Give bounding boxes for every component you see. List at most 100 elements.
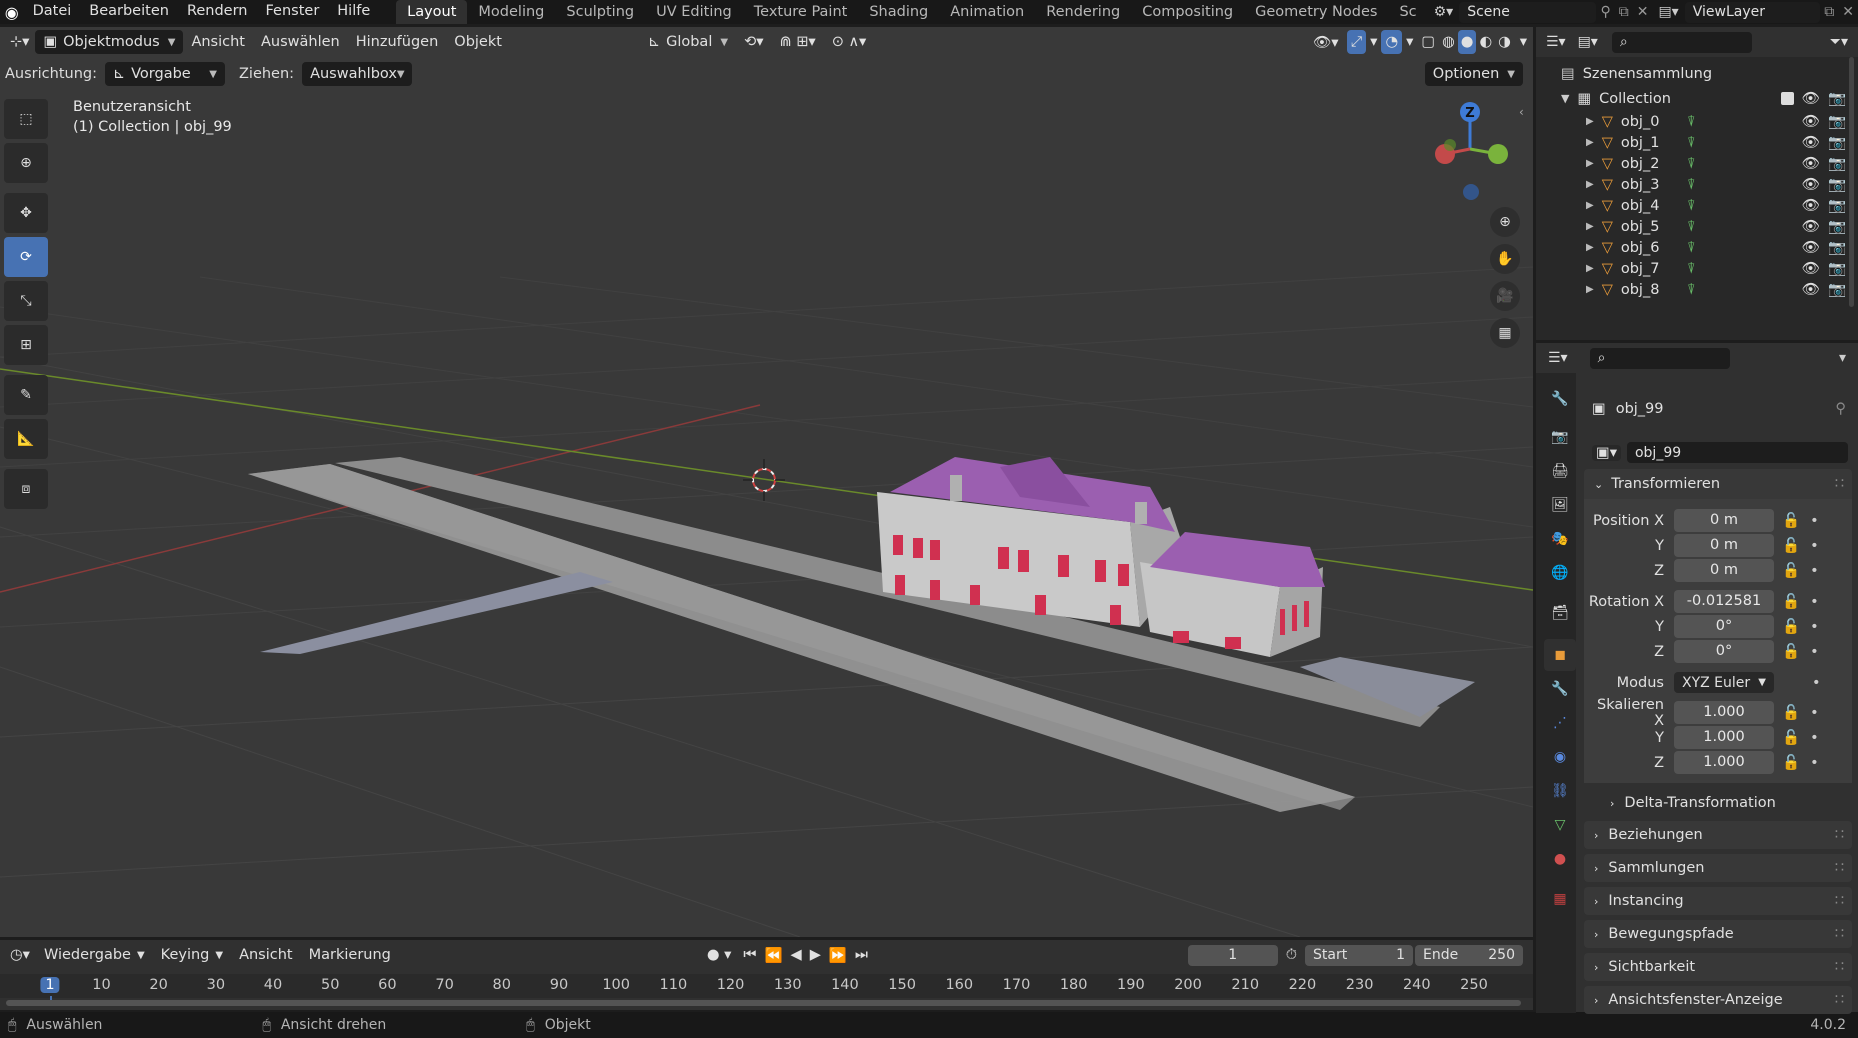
select-box-tool-icon[interactable]: ⬚ (4, 99, 48, 139)
mesh-data-icon[interactable]: ⍒ (1687, 198, 1696, 214)
jump-end-icon[interactable]: ⏭ (851, 943, 872, 967)
mesh-data-icon[interactable]: ⍒ (1687, 156, 1696, 172)
eye-icon[interactable]: 👁 (1802, 260, 1820, 277)
keyframe-dot-icon[interactable]: • (1810, 705, 1819, 721)
eye-icon[interactable]: 👁 (1802, 176, 1820, 193)
eye-icon[interactable]: 👁 (1802, 90, 1820, 107)
next-keyframe-icon[interactable]: ⏩ (825, 943, 851, 967)
menu-bearbeiten[interactable]: Bearbeiten (80, 0, 178, 24)
delta-transform-row[interactable]: › Delta-Transformation (1584, 789, 1858, 817)
pin-icon[interactable]: ⚲ (1835, 401, 1846, 417)
menu-datei[interactable]: Datei (24, 0, 81, 24)
menu-keying[interactable]: Keying ▼ (153, 943, 231, 967)
timeline-scrollbar[interactable] (6, 1000, 1521, 1006)
menu-wiedergabe[interactable]: Wiedergabe ▼ (36, 943, 153, 967)
shading-solid-icon[interactable]: ● (1457, 30, 1477, 54)
world-tab-icon[interactable]: 🌐 (1544, 557, 1576, 589)
render-tab-icon[interactable]: 📷 (1544, 421, 1576, 453)
rotation-mode-dropdown[interactable]: XYZ Euler ▼ (1674, 672, 1774, 693)
lock-icon[interactable]: 🔓 (1782, 593, 1800, 610)
eye-icon[interactable]: 👁 (1802, 113, 1820, 130)
stopwatch-icon[interactable]: ⏱ (1278, 943, 1305, 967)
object-data-icon[interactable]: ▣▾ (1592, 444, 1621, 461)
scale-y-field[interactable]: 1.000 (1674, 726, 1774, 749)
shading-rendered-icon[interactable]: ◑ (1495, 30, 1514, 54)
outliner-object-row[interactable]: ▶ ▽ obj_3 ⍒ 👁 📷 (1536, 174, 1858, 195)
tool-tab-icon[interactable]: 🔧 (1544, 383, 1576, 415)
current-frame-field[interactable]: 1 (1187, 944, 1278, 966)
gizmo-dropdown-icon[interactable]: ▾ (1366, 30, 1381, 54)
outliner-object-row[interactable]: ▶ ▽ obj_4 ⍒ 👁 📷 (1536, 195, 1858, 216)
object-tab-icon[interactable]: ◼ (1544, 639, 1576, 671)
keyframe-dot-icon[interactable]: • (1810, 538, 1819, 554)
workspace-tab-rendering[interactable]: Rendering (1035, 0, 1131, 24)
drag-dropdown[interactable]: Auswahlbox ▼ (302, 62, 413, 86)
keyframe-dot-icon[interactable]: • (1810, 513, 1819, 529)
rotation-x-field[interactable]: -0.012581 (1674, 590, 1774, 613)
collection-tab-icon[interactable]: 🗃 (1544, 597, 1576, 629)
output-tab-icon[interactable]: 🖨 (1544, 455, 1576, 487)
collection-row[interactable]: ▼ ▦ Collection 👁 📷 (1536, 86, 1858, 111)
menu-markierung[interactable]: Markierung (301, 943, 399, 967)
zoom-icon[interactable]: ⊕ (1490, 207, 1520, 237)
shading-material-icon[interactable]: ◐ (1476, 30, 1495, 54)
prev-keyframe-icon[interactable]: ⏪ (760, 943, 786, 967)
sidebar-toggle-icon[interactable]: ‹ (1519, 105, 1524, 119)
mode-dropdown[interactable]: ▣ Objektmodus ▼ (35, 30, 184, 54)
keyframe-dot-icon[interactable]: • (1810, 594, 1819, 610)
outliner-editor-type-icon[interactable]: ☰▾ (1546, 34, 1566, 50)
workspace-tab-geometry-nodes[interactable]: Geometry Nodes (1244, 0, 1388, 24)
view-layer-tab-icon[interactable]: 🖼 (1544, 489, 1576, 521)
camera-icon[interactable]: 📷 (1828, 218, 1846, 235)
camera-icon[interactable]: 📷 (1828, 260, 1846, 277)
eye-icon[interactable]: 👁 (1802, 134, 1820, 151)
keyframe-dot-icon[interactable]: • (1810, 644, 1819, 660)
mesh-data-icon[interactable]: ⍒ (1687, 114, 1696, 130)
annotate-tool-icon[interactable]: ✎ (4, 375, 48, 415)
drag-handle-icon[interactable]: ∷ (1835, 926, 1844, 942)
object-data-name-field[interactable]: obj_99 (1626, 442, 1848, 463)
expand-arrow-icon[interactable]: ▶ (1586, 284, 1594, 295)
expand-arrow-icon[interactable]: ▶ (1586, 137, 1594, 148)
outliner-object-row[interactable]: ▶ ▽ obj_1 ⍒ 👁 📷 (1536, 132, 1858, 153)
property-section-header[interactable]: › Instancing ∷ (1584, 887, 1852, 915)
cursor-tool-icon[interactable]: ⊕ (4, 143, 48, 183)
move-tool-icon[interactable]: ✥ (4, 193, 48, 233)
camera-icon[interactable]: 📷 (1828, 134, 1846, 151)
mesh-data-icon[interactable]: ⍒ (1687, 240, 1696, 256)
menu-hinzufuegen[interactable]: Hinzufügen (348, 30, 447, 54)
alignment-dropdown[interactable]: ⊾ Vorgabe ▼ (104, 62, 225, 86)
scale-z-field[interactable]: 1.000 (1674, 751, 1774, 774)
expand-arrow-icon[interactable]: ▼ (1561, 92, 1569, 105)
measure-tool-icon[interactable]: 📐 (4, 419, 48, 459)
menu-hilfe[interactable]: Hilfe (328, 0, 379, 24)
menu-timeline-ansicht[interactable]: Ansicht (231, 943, 301, 967)
camera-icon[interactable]: 📷 (1828, 90, 1846, 107)
rotation-z-field[interactable]: 0° (1674, 640, 1774, 663)
transform-tool-icon[interactable]: ⊞ (4, 325, 48, 365)
eye-icon[interactable]: 👁 (1802, 197, 1820, 214)
expand-arrow-icon[interactable]: ▶ (1586, 242, 1594, 253)
workspace-tab-sculpting[interactable]: Sculpting (555, 0, 645, 24)
scene-tab-icon[interactable]: 🎭 (1544, 523, 1576, 555)
visibility-icon[interactable]: 👁▾ (1305, 30, 1347, 54)
outliner-object-row[interactable]: ▶ ▽ obj_7 ⍒ 👁 📷 (1536, 258, 1858, 279)
keyframe-dot-icon[interactable]: • (1810, 755, 1819, 771)
menu-fenster[interactable]: Fenster (257, 0, 329, 24)
scale-tool-icon[interactable]: ⤡ (4, 281, 48, 321)
transform-panel-header[interactable]: ⌄ Transformieren ∷ (1584, 469, 1852, 499)
delete-scene-icon[interactable]: ✕ (1633, 4, 1653, 20)
expand-arrow-icon[interactable]: ▶ (1586, 116, 1594, 127)
drag-handle-icon[interactable]: ∷ (1835, 893, 1844, 909)
chevron-down-icon[interactable]: ▾ (1839, 350, 1846, 366)
view-layer-icon[interactable]: ▤▾ (1652, 4, 1684, 20)
workspace-tab-modeling[interactable]: Modeling (467, 0, 555, 24)
outliner-object-row[interactable]: ▶ ▽ obj_0 ⍒ 👁 📷 (1536, 111, 1858, 132)
expand-arrow-icon[interactable]: ▶ (1586, 200, 1594, 211)
workspace-tab-uv-editing[interactable]: UV Editing (645, 0, 743, 24)
property-section-header[interactable]: › Bewegungspfade ∷ (1584, 920, 1852, 948)
workspace-tab-scripting[interactable]: Sc (1388, 0, 1427, 24)
scene-field[interactable]: Scene (1459, 1, 1597, 23)
perspective-grid-icon[interactable]: ▦ (1490, 318, 1520, 348)
drag-handle-icon[interactable]: ∷ (1835, 992, 1844, 1008)
